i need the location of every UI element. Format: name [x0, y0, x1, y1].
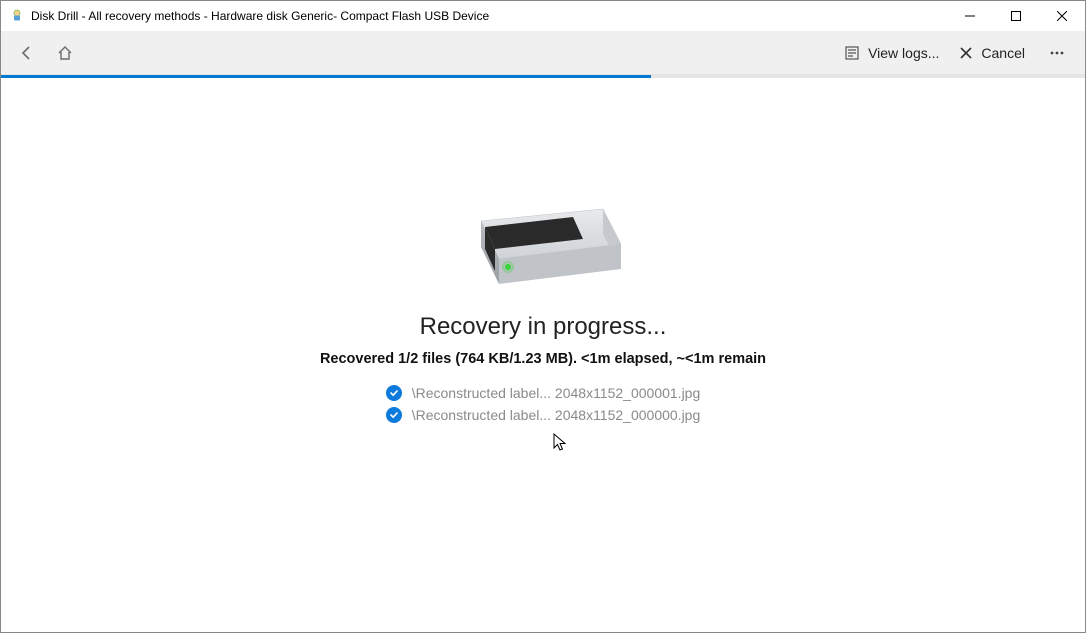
file-path: \Reconstructed label... 2048x1152_000000… [412, 407, 701, 423]
progress-bar [1, 75, 1085, 78]
status-text: Recovered 1/2 files (764 KB/1.23 MB). <1… [320, 351, 766, 367]
more-button[interactable] [1039, 35, 1075, 71]
file-path: \Reconstructed label... 2048x1152_000001… [412, 385, 701, 401]
back-button[interactable] [9, 35, 45, 71]
progress-fill [1, 75, 651, 78]
check-icon [386, 385, 402, 401]
minimize-button[interactable] [947, 1, 993, 31]
file-list: \Reconstructed label... 2048x1152_000001… [386, 385, 701, 423]
window-title: Disk Drill - All recovery methods - Hard… [31, 9, 489, 23]
file-row: \Reconstructed label... 2048x1152_000000… [386, 407, 701, 423]
titlebar: Disk Drill - All recovery methods - Hard… [1, 1, 1085, 31]
maximize-button[interactable] [993, 1, 1039, 31]
home-button[interactable] [47, 35, 83, 71]
toolbar: View logs... Cancel [1, 31, 1085, 75]
view-logs-button[interactable]: View logs... [834, 35, 949, 71]
file-row: \Reconstructed label... 2048x1152_000001… [386, 385, 701, 401]
drive-icon [453, 189, 633, 299]
cancel-label: Cancel [981, 45, 1025, 61]
check-icon [386, 407, 402, 423]
cancel-button[interactable]: Cancel [949, 35, 1035, 71]
close-button[interactable] [1039, 1, 1085, 31]
main-content: Recovery in progress... Recovered 1/2 fi… [1, 79, 1085, 632]
log-icon [844, 45, 860, 61]
close-icon [959, 46, 973, 60]
headline: Recovery in progress... [420, 313, 667, 341]
app-icon [9, 8, 25, 24]
window-controls [947, 1, 1085, 31]
view-logs-label: View logs... [868, 45, 939, 61]
